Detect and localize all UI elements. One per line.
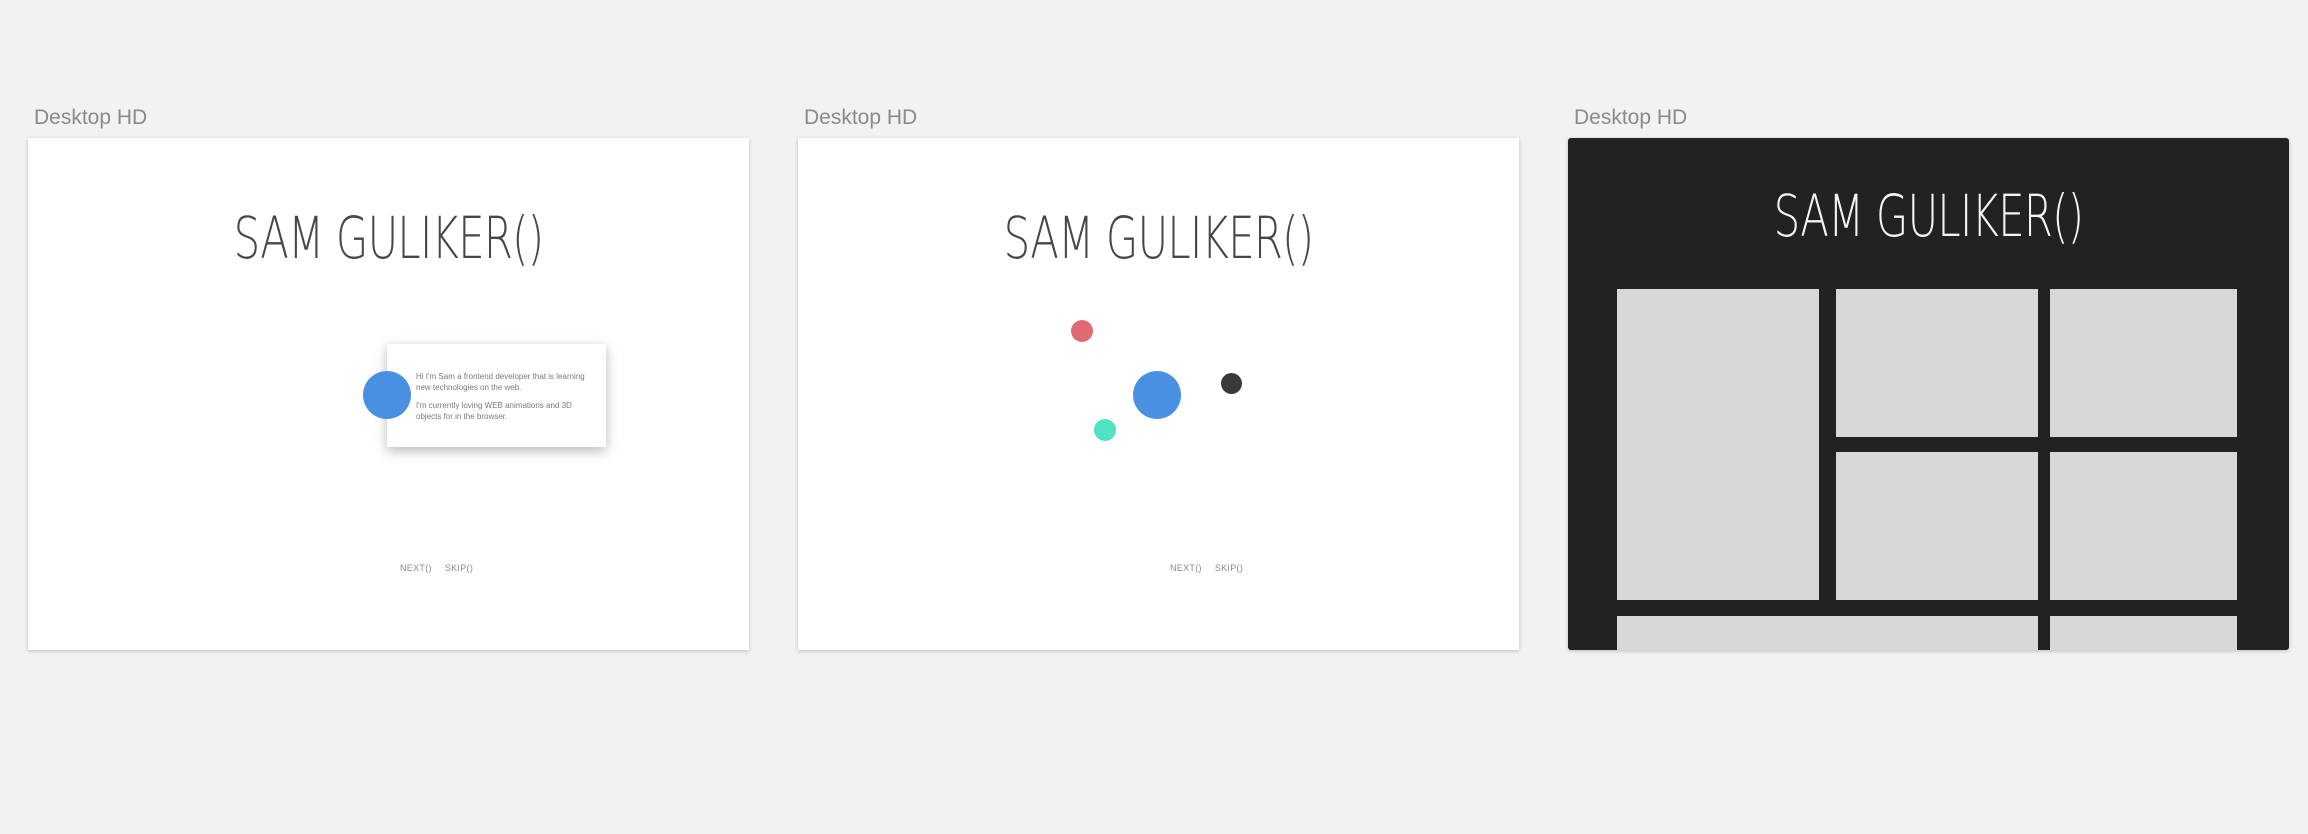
skip-link[interactable]: SKIP()	[1215, 563, 1243, 573]
artboard-3[interactable]: SAM GULIKER()	[1568, 138, 2289, 650]
artboard-label-1[interactable]: Desktop HD	[34, 106, 147, 130]
avatar-circle[interactable]	[363, 371, 411, 419]
grid-tile[interactable]	[1617, 616, 2038, 650]
grid-tile[interactable]	[1617, 289, 1819, 600]
intro-card: Hi I'm Sam a frontend developer that is …	[387, 344, 606, 447]
dark-dot[interactable]	[1221, 373, 1242, 394]
next-link[interactable]: NEXT()	[1170, 563, 1202, 573]
center-circle[interactable]	[1133, 371, 1181, 419]
skip-link[interactable]: SKIP()	[445, 563, 473, 573]
artboard-1[interactable]: SAM GULIKER() Hi I'm Sam a frontend deve…	[28, 138, 749, 650]
grid-tile[interactable]	[2050, 616, 2237, 650]
grid-tile[interactable]	[2050, 452, 2237, 600]
intro-text-1: Hi I'm Sam a frontend developer that is …	[416, 372, 585, 392]
site-title: SAM GULIKER()	[1003, 204, 1314, 272]
next-link[interactable]: NEXT()	[400, 563, 432, 573]
artboard-label-2[interactable]: Desktop HD	[804, 106, 917, 130]
artboard-2[interactable]: SAM GULIKER() NEXT() SKIP()	[798, 138, 1519, 650]
artboard-label-3[interactable]: Desktop HD	[1574, 106, 1687, 130]
teal-dot[interactable]	[1094, 419, 1116, 441]
intro-text-2: I'm currently loving WEB animations and …	[416, 401, 572, 421]
footer-nav: NEXT() SKIP()	[400, 563, 473, 573]
red-dot[interactable]	[1071, 320, 1093, 342]
grid-tile[interactable]	[1836, 452, 2038, 600]
grid-tile[interactable]	[2050, 289, 2237, 437]
footer-nav: NEXT() SKIP()	[1170, 563, 1243, 573]
site-title: SAM GULIKER()	[1773, 182, 2084, 250]
grid-tile[interactable]	[1836, 289, 2038, 437]
site-title: SAM GULIKER()	[233, 204, 544, 272]
